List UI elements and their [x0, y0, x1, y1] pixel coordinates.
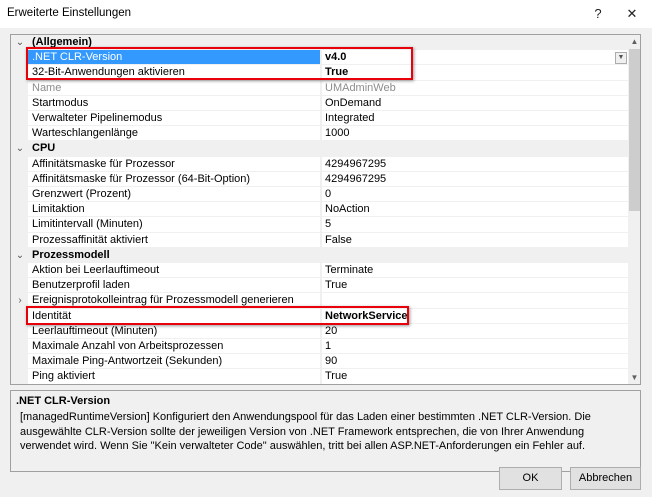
description-panel: .NET CLR-Version [managedRuntimeVersion]…: [10, 390, 641, 472]
collapse-chevron-icon[interactable]: ⌄: [13, 35, 27, 50]
category-row[interactable]: ⌄ CPU: [11, 141, 628, 157]
property-value[interactable]: True: [321, 369, 628, 384]
property-label: Limitintervall (Minuten): [28, 217, 320, 233]
property-row[interactable]: Benutzerprofil laden True: [11, 278, 628, 294]
property-value[interactable]: Integrated: [321, 111, 628, 127]
property-value[interactable]: 5: [321, 217, 628, 233]
property-label: Leerlauftimeout (Minuten): [28, 323, 320, 339]
close-button[interactable]: ✕: [618, 4, 646, 24]
property-row[interactable]: Aktion bei Leerlauftimeout Terminate: [11, 263, 628, 279]
ok-button[interactable]: OK: [499, 467, 562, 490]
property-row[interactable]: Grenzwert (Prozent) 0: [11, 187, 628, 203]
collapse-chevron-icon[interactable]: ⌄: [13, 248, 27, 263]
property-row[interactable]: Maximale Ping-Antwortzeit (Sekunden) 90: [11, 354, 628, 370]
property-label: Verwalteter Pipelinemodus: [28, 111, 320, 127]
property-row[interactable]: Startmodus OnDemand: [11, 95, 628, 111]
description-title: .NET CLR-Version: [16, 395, 111, 407]
property-value[interactable]: 90: [321, 354, 628, 370]
cancel-button[interactable]: Abbrechen: [570, 467, 641, 490]
vertical-scrollbar[interactable]: ▲ ▼: [628, 35, 640, 384]
property-value[interactable]: True: [321, 278, 628, 294]
expand-chevron-icon[interactable]: ›: [13, 293, 27, 308]
window-title: Erweiterte Einstellungen: [7, 7, 132, 19]
property-row[interactable]: Verwalteter Pipelinemodus Integrated: [11, 111, 628, 127]
property-label: CPU: [28, 141, 628, 157]
property-label: Benutzerprofil laden: [28, 278, 320, 294]
property-row[interactable]: Affinitätsmaske für Prozessor (64-Bit-Op…: [11, 171, 628, 187]
property-label: Startmodus: [28, 95, 320, 111]
property-row[interactable]: Maximale Anzahl von Arbeitsprozessen 1: [11, 339, 628, 355]
property-value[interactable]: Terminate: [321, 263, 628, 279]
property-label: Prozessmodell: [28, 247, 628, 263]
property-label: Grenzwert (Prozent): [28, 187, 320, 203]
property-label: Name: [28, 80, 320, 96]
property-row[interactable]: Ping aktiviert True: [11, 369, 628, 384]
title-bar: Erweiterte Einstellungen ? ✕: [0, 0, 652, 28]
property-label: Maximale Ping-Antwortzeit (Sekunden): [28, 354, 320, 370]
scroll-down-icon[interactable]: ▼: [628, 371, 640, 384]
highlight-box-identity: [26, 306, 409, 325]
description-text: [managedRuntimeVersion] Konfiguriert den…: [20, 411, 591, 452]
property-label: Prozessaffinität aktiviert: [28, 232, 320, 248]
property-value[interactable]: 1: [321, 339, 628, 355]
property-grid: ⌄ (Allgemein) .NET CLR-Version v4.0 ▼ 32-Bit-…: [10, 34, 641, 385]
dropdown-chevron-icon[interactable]: ▼: [615, 52, 627, 65]
scrollbar-thumb[interactable]: [629, 49, 640, 211]
property-label: Ping aktiviert: [28, 369, 320, 384]
collapse-chevron-icon[interactable]: ⌄: [13, 141, 27, 156]
property-value: UMAdminWeb: [321, 80, 628, 96]
highlight-box-clr-32bit: [26, 47, 413, 80]
property-label: Limitaktion: [28, 202, 320, 218]
scroll-up-icon[interactable]: ▲: [628, 35, 640, 48]
property-label: Warteschlangenlänge: [28, 126, 320, 142]
property-value[interactable]: 0: [321, 187, 628, 203]
property-value[interactable]: 4294967295: [321, 156, 628, 172]
property-label: Aktion bei Leerlauftimeout: [28, 263, 320, 279]
property-value[interactable]: 1000: [321, 126, 628, 142]
property-value[interactable]: OnDemand: [321, 95, 628, 111]
help-button[interactable]: ?: [584, 4, 612, 24]
property-row[interactable]: Affinitätsmaske für Prozessor 4294967295: [11, 156, 628, 172]
property-label: Affinitätsmaske für Prozessor: [28, 156, 320, 172]
property-label: Maximale Anzahl von Arbeitsprozessen: [28, 339, 320, 355]
property-row[interactable]: Prozessaffinität aktiviert False: [11, 232, 628, 248]
property-row[interactable]: Limitaktion NoAction: [11, 202, 628, 218]
property-row[interactable]: Limitintervall (Minuten) 5: [11, 217, 628, 233]
property-value[interactable]: False: [321, 232, 628, 248]
property-row[interactable]: Leerlauftimeout (Minuten) 20: [11, 323, 628, 339]
property-value[interactable]: NoAction: [321, 202, 628, 218]
property-row[interactable]: Name UMAdminWeb: [11, 80, 628, 96]
property-row[interactable]: Warteschlangenlänge 1000: [11, 126, 628, 142]
property-value[interactable]: 4294967295: [321, 171, 628, 187]
property-value[interactable]: 20: [321, 323, 628, 339]
property-label: Affinitätsmaske für Prozessor (64-Bit-Op…: [28, 171, 320, 187]
category-row[interactable]: ⌄ Prozessmodell: [11, 247, 628, 263]
